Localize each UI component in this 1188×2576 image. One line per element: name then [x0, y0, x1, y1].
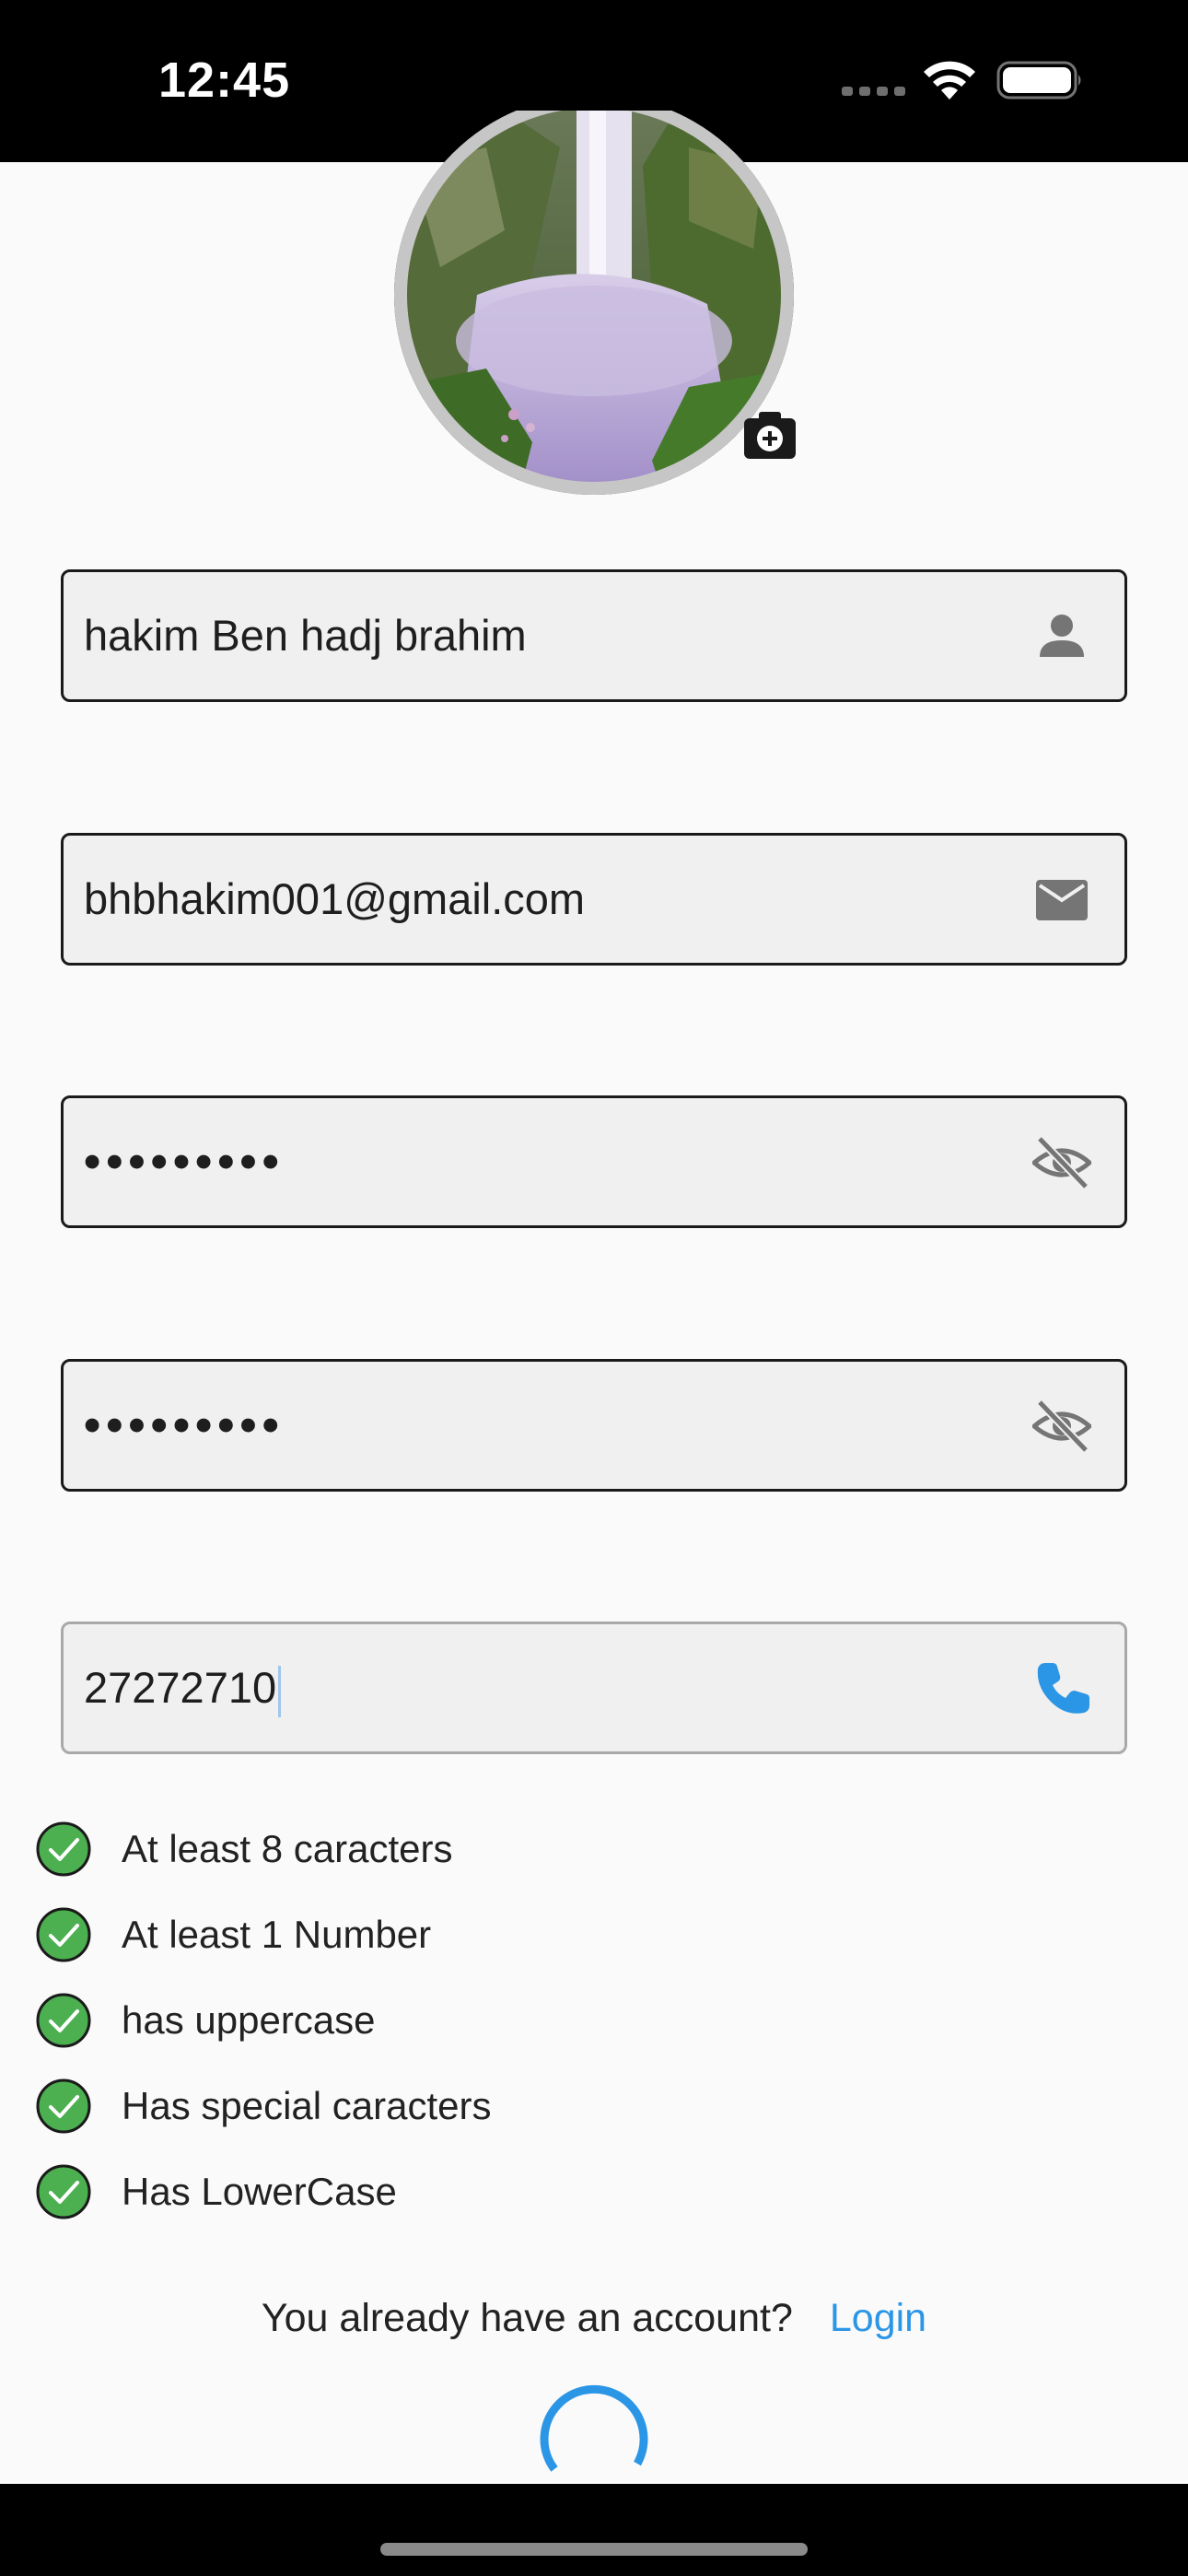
- check-circle-icon: [36, 1993, 91, 2048]
- check-circle-icon: [36, 2164, 91, 2219]
- phone-field[interactable]: 27272710: [61, 1622, 1127, 1754]
- mail-icon: [1036, 880, 1088, 920]
- status-time: 12:45: [158, 53, 291, 108]
- check-circle-icon: [36, 1821, 91, 1877]
- check-circle-icon: [36, 1907, 91, 1962]
- confirm-password-input[interactable]: •••••••••: [84, 1362, 285, 1489]
- rule-label: has uppercase: [122, 1998, 376, 2042]
- loading-spinner-icon: [540, 2384, 648, 2472]
- cellular-signal-icon: [842, 87, 905, 96]
- eye-off-icon[interactable]: [1032, 1133, 1091, 1192]
- rule-label: Has special caracters: [122, 2084, 492, 2127]
- phone-input[interactable]: 27272710: [84, 1624, 282, 1751]
- bottom-safe-area: [0, 2484, 1188, 2576]
- fullname-field[interactable]: hakim Ben hadj brahim: [61, 569, 1127, 702]
- person-icon: [1040, 615, 1084, 657]
- eye-off-icon[interactable]: [1032, 1397, 1091, 1456]
- check-circle-icon: [36, 2078, 91, 2134]
- wifi-icon: [924, 61, 975, 100]
- email-input[interactable]: bhbhakim001@gmail.com: [84, 836, 585, 963]
- fullname-input[interactable]: hakim Ben hadj brahim: [84, 572, 527, 699]
- phone-icon: [1037, 1663, 1089, 1714]
- login-prompt: You already have an account? Login: [0, 2289, 1188, 2348]
- email-field[interactable]: bhbhakim001@gmail.com: [61, 833, 1127, 966]
- register-screen: 12:45 hakim Ben hadj brahim bhbhakim001@…: [0, 0, 1188, 2576]
- login-question: You already have an account?: [261, 2296, 793, 2340]
- rule-label: Has LowerCase: [122, 2170, 397, 2213]
- login-link[interactable]: Login: [830, 2296, 926, 2340]
- phone-value: 27272710: [84, 1663, 277, 1712]
- password-input[interactable]: •••••••••: [84, 1098, 285, 1225]
- add-photo-camera-icon[interactable]: [742, 409, 798, 461]
- battery-icon: [996, 61, 1081, 100]
- text-caret: [278, 1665, 282, 1717]
- rule-label: At least 1 Number: [122, 1913, 432, 1956]
- password-field[interactable]: •••••••••: [61, 1095, 1127, 1228]
- home-indicator[interactable]: [380, 2543, 808, 2556]
- rule-label: At least 8 caracters: [122, 1827, 453, 1870]
- confirm-password-field[interactable]: •••••••••: [61, 1359, 1127, 1492]
